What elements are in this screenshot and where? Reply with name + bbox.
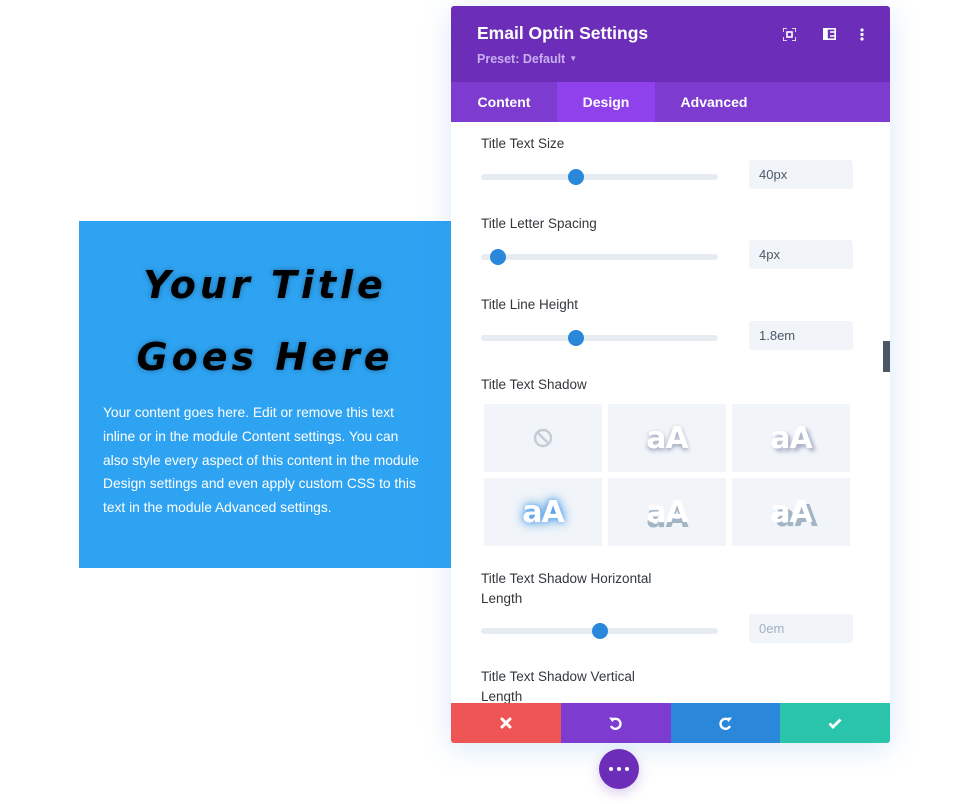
shadow-vertical-length-label: Title Text Shadow Vertical Length <box>481 667 635 703</box>
redo-button[interactable] <box>670 703 781 743</box>
shadow-horizontal-length-input[interactable] <box>749 614 853 643</box>
cancel-button[interactable] <box>451 703 561 743</box>
title-text-shadow-label: Title Text Shadow <box>481 377 587 392</box>
tab-advanced[interactable]: Advanced <box>655 82 773 122</box>
more-actions-button[interactable] <box>599 749 639 789</box>
title-line-height-label: Title Line Height <box>481 297 579 312</box>
shadow-preset-none[interactable] <box>484 404 602 472</box>
undo-icon <box>609 717 622 730</box>
undo-button[interactable] <box>560 703 671 743</box>
settings-panel: Email Optin Settings Preset: Default ▼ C… <box>451 6 890 743</box>
text-shadow-presets: aA aA aA aA aA <box>484 404 851 546</box>
label-line-2: Length <box>481 689 523 703</box>
slider-thumb[interactable] <box>591 623 608 639</box>
dot <box>625 767 629 771</box>
redo-icon <box>719 717 732 730</box>
slider-thumb[interactable] <box>567 330 584 346</box>
panel-title: Email Optin Settings <box>477 23 649 43</box>
tab-design[interactable]: Design <box>557 82 655 122</box>
no-shadow-icon <box>533 428 553 448</box>
slider-thumb[interactable] <box>567 169 584 185</box>
shadow-preset-glow[interactable]: aA <box>484 478 602 546</box>
dot <box>609 767 613 771</box>
module-title[interactable]: Your Title Goes Here <box>79 249 451 393</box>
save-button[interactable] <box>780 703 890 743</box>
title-text-size-label: Title Text Size <box>481 136 565 151</box>
label-line-1: Title Text Shadow Horizontal <box>481 571 652 586</box>
label-line-2: Length <box>481 591 523 606</box>
panel-footer <box>451 703 890 743</box>
tab-bar: Content Design Advanced <box>451 82 890 122</box>
title-letter-spacing-slider[interactable] <box>481 249 718 265</box>
checkmark-icon <box>828 718 842 729</box>
preset-label: Preset: Default <box>477 52 566 66</box>
shadow-preset-bottom-right-hard[interactable]: aA <box>732 478 850 546</box>
dot <box>617 767 621 771</box>
shadow-preset-bottom-soft[interactable]: aA <box>608 404 726 472</box>
email-optin-module-preview[interactable]: Your Title Goes Here Your content goes h… <box>79 221 499 568</box>
tab-content[interactable]: Content <box>451 82 557 122</box>
shadow-preset-bottom-right-soft[interactable]: aA <box>732 404 850 472</box>
label-line-1: Title Text Shadow Vertical <box>481 669 635 684</box>
focus-mode-icon[interactable] <box>781 26 797 42</box>
title-letter-spacing-label: Title Letter Spacing <box>481 216 597 231</box>
panel-body: Title Text Size Title Letter Spacing Tit… <box>451 122 890 703</box>
shadow-preset-bottom-hard[interactable]: aA <box>608 478 726 546</box>
shadow-horizontal-length-label: Title Text Shadow Horizontal Length <box>481 569 651 609</box>
caret-down-icon: ▼ <box>569 54 578 63</box>
panel-header[interactable]: Email Optin Settings Preset: Default ▼ <box>451 6 890 82</box>
preset-dropdown[interactable]: Preset: Default ▼ <box>477 52 577 66</box>
title-line-height-input[interactable] <box>749 321 853 350</box>
module-body-text[interactable]: Your content goes here. Edit or remove t… <box>103 401 423 520</box>
slider-thumb[interactable] <box>489 249 506 265</box>
close-icon <box>500 717 512 729</box>
shadow-horizontal-length-slider[interactable] <box>481 623 718 639</box>
panel-scrollbar[interactable] <box>883 341 890 372</box>
title-letter-spacing-input[interactable] <box>749 240 853 269</box>
sidebar-layout-icon[interactable] <box>821 26 837 42</box>
more-options-icon[interactable] <box>854 26 870 42</box>
title-line-height-slider[interactable] <box>481 330 718 346</box>
title-text-size-slider[interactable] <box>481 169 718 185</box>
title-text-size-input[interactable] <box>749 160 853 189</box>
